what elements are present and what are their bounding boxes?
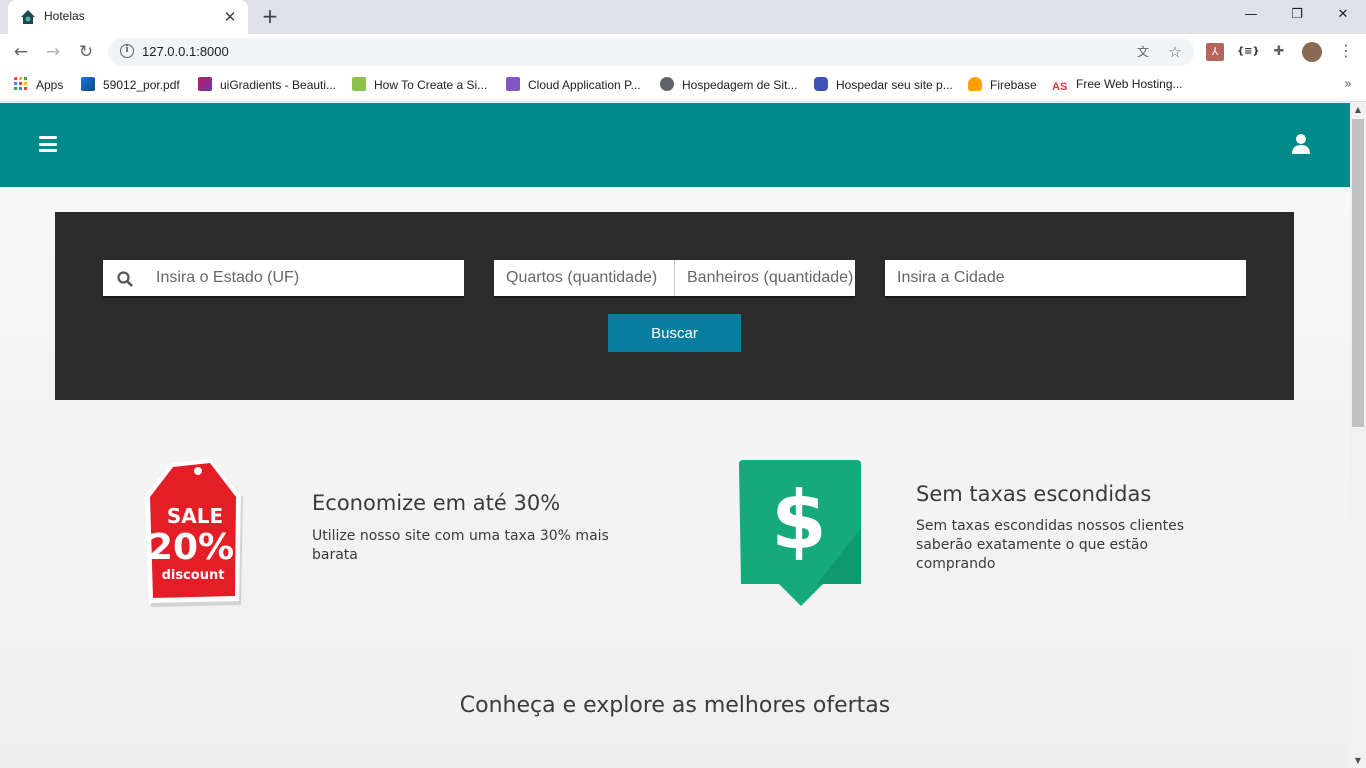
banheiros-input[interactable] xyxy=(675,260,855,296)
close-window-icon[interactable]: ✕ xyxy=(1320,0,1366,30)
quartos-banheiros-group xyxy=(494,260,855,298)
estado-input[interactable] xyxy=(103,260,464,296)
user-icon[interactable] xyxy=(1291,133,1311,155)
hotel-favicon-icon xyxy=(21,10,35,24)
bookmarks-more-icon[interactable]: » xyxy=(1344,77,1352,92)
bookmark-hospedar[interactable]: Hospedar seu site p... xyxy=(814,77,953,95)
bookmark-label: 59012_por.pdf xyxy=(103,78,180,92)
apps-grid-icon xyxy=(14,77,27,90)
star-icon[interactable]: ☆ xyxy=(1166,43,1184,61)
shield-icon xyxy=(814,77,828,91)
bookmark-label: How To Create a Si... xyxy=(374,78,488,92)
bookmark-label: uiGradients - Beauti... xyxy=(220,78,337,92)
feature-title-no-fees: Sem taxas escondidas xyxy=(916,482,1152,506)
bookmark-uigradients[interactable]: uiGradients - Beauti... xyxy=(198,77,336,95)
tab-title: Hotelas xyxy=(44,9,85,23)
wix-icon xyxy=(352,77,366,91)
forward-icon[interactable]: → xyxy=(41,40,65,64)
browser-toolbar: ← → ↻ i 127.0.0.1:8000 文 ☆ ⅄ {≡} ✚ ⋮ xyxy=(0,34,1366,70)
bookmark-free-web-hosting[interactable]: AS Free Web Hosting... xyxy=(1052,77,1183,95)
bookmark-label: Hospedar seu site p... xyxy=(836,78,953,92)
bookmark-label: Cloud Application P... xyxy=(528,78,641,92)
browser-tab-strip: Hotelas ✕ + — ❐ ✕ xyxy=(0,0,1366,34)
site-header xyxy=(0,103,1350,187)
bookmark-pdf[interactable]: 59012_por.pdf xyxy=(81,77,180,95)
bookmark-hospedagem[interactable]: Hospedagem de Sit... xyxy=(660,77,797,95)
hamburger-menu-icon[interactable] xyxy=(39,136,57,152)
chrome-menu-icon[interactable]: ⋮ xyxy=(1338,42,1354,62)
pdf-extension-icon[interactable]: ⅄ xyxy=(1206,43,1224,61)
address-bar[interactable]: i 127.0.0.1:8000 文 ☆ xyxy=(108,38,1194,66)
bookmark-how-to-create[interactable]: How To Create a Si... xyxy=(352,77,487,95)
new-tab-icon[interactable]: + xyxy=(258,5,282,29)
search-icon xyxy=(117,271,133,287)
search-panel: Buscar xyxy=(55,212,1294,400)
offers-section-title: Conheça e explore as melhores ofertas xyxy=(459,693,891,718)
file-icon xyxy=(81,77,95,91)
feature-title-savings: Economize em até 30% xyxy=(312,491,561,515)
puzzle-extensions-icon[interactable]: ✚ xyxy=(1269,42,1289,62)
back-icon[interactable]: ← xyxy=(9,40,33,64)
dollar-badge-symbol: $ xyxy=(771,474,827,567)
sale-tag-line2: 20% xyxy=(148,527,234,568)
restore-icon[interactable]: ❐ xyxy=(1274,0,1320,30)
url-text[interactable]: 127.0.0.1:8000 xyxy=(142,44,229,59)
reload-icon[interactable]: ↻ xyxy=(74,40,98,64)
dollar-badge-icon: $ xyxy=(739,460,861,606)
feature-text-no-fees: Sem taxas escondidas nossos clientes sab… xyxy=(916,518,1184,572)
flame-icon xyxy=(968,77,982,91)
bookmark-label: Firebase xyxy=(990,78,1037,92)
cidade-field[interactable] xyxy=(885,260,1246,298)
sale-tag-line3: discount xyxy=(162,568,225,583)
feature-text-savings: Utilize nosso site com uma taxa 30% mais… xyxy=(312,528,609,563)
bookmark-label: Apps xyxy=(36,78,64,92)
bookmark-label: Hospedagem de Sit... xyxy=(682,78,798,92)
bookmark-firebase[interactable]: Firebase xyxy=(968,77,1037,95)
json-extension-icon[interactable]: {≡} xyxy=(1237,42,1260,62)
scroll-down-icon[interactable]: ▼ xyxy=(1350,754,1366,768)
info-icon[interactable]: i xyxy=(120,44,134,58)
buscar-button[interactable]: Buscar xyxy=(608,314,741,352)
scroll-thumb[interactable] xyxy=(1352,119,1364,427)
cidade-input[interactable] xyxy=(885,260,1246,296)
bookmarks-bar: Apps 59012_por.pdf uiGradients - Beauti.… xyxy=(0,70,1366,102)
bookmark-cloud-application[interactable]: Cloud Application P... xyxy=(506,77,641,95)
quartos-input[interactable] xyxy=(494,260,674,296)
sale-tag-line1: SALE xyxy=(167,504,223,528)
bookmark-apps[interactable]: Apps xyxy=(14,77,63,95)
as-logo-icon: AS xyxy=(1052,81,1068,93)
profile-avatar[interactable] xyxy=(1302,42,1322,62)
minimize-icon[interactable]: — xyxy=(1228,0,1274,30)
scroll-up-icon[interactable]: ▲ xyxy=(1350,103,1366,117)
close-tab-icon[interactable]: ✕ xyxy=(220,7,240,27)
sale-tag-icon: SALE 20% discount xyxy=(145,459,243,607)
uigradients-icon xyxy=(198,77,212,91)
heroku-icon xyxy=(506,77,520,91)
translate-icon[interactable]: 文 xyxy=(1134,43,1152,61)
bookmark-label: Free Web Hosting... xyxy=(1076,77,1183,91)
page-content: Buscar SALE 20% discount Economize em at… xyxy=(0,103,1350,768)
browser-tab[interactable]: Hotelas ✕ xyxy=(8,0,248,34)
globe-icon xyxy=(660,77,674,91)
page-scrollbar[interactable]: ▲ ▼ xyxy=(1350,103,1366,768)
estado-field[interactable] xyxy=(103,260,464,298)
